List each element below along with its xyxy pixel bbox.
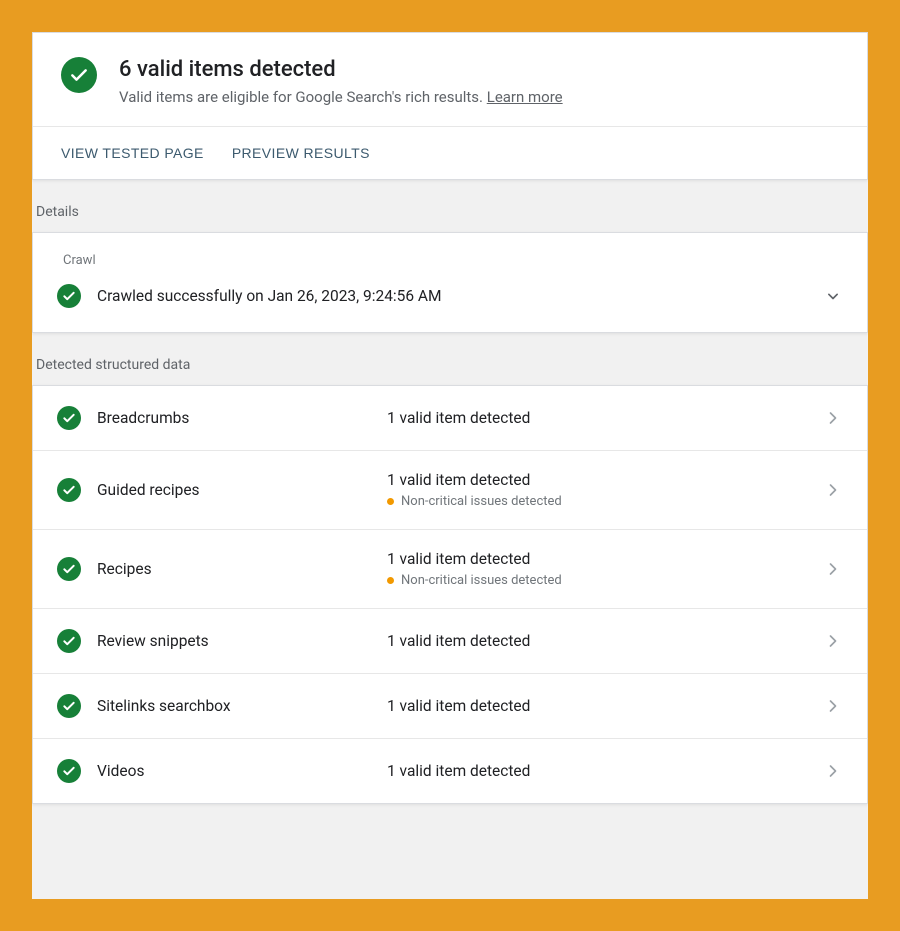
success-check-icon — [57, 557, 81, 581]
success-check-icon — [57, 478, 81, 502]
success-check-icon — [57, 759, 81, 783]
item-name: Videos — [97, 762, 387, 780]
chevron-right-icon — [823, 480, 843, 500]
success-check-icon — [57, 629, 81, 653]
crawl-label: Crawl — [63, 253, 843, 268]
item-name: Sitelinks searchbox — [97, 697, 387, 715]
chevron-right-icon — [823, 631, 843, 651]
structured-data-row[interactable]: Review snippets1 valid item detected — [33, 609, 867, 674]
item-status-primary: 1 valid item detected — [387, 632, 823, 650]
detected-section-label: Detected structured data — [32, 333, 868, 385]
chevron-down-icon — [823, 286, 843, 306]
structured-data-row[interactable]: Recipes1 valid item detected Non-critical… — [33, 530, 867, 609]
summary-subtitle: Valid items are eligible for Google Sear… — [119, 88, 563, 106]
item-status-primary: 1 valid item detected — [387, 762, 823, 780]
item-status: 1 valid item detected Non-critical issues… — [387, 471, 823, 509]
page: 6 valid items detected Valid items are e… — [32, 32, 868, 899]
warning-dot-icon — [387, 498, 394, 505]
warning-dot-icon — [387, 577, 394, 584]
summary-subtitle-text: Valid items are eligible for Google Sear… — [119, 88, 487, 106]
actions-bar: VIEW TESTED PAGE PREVIEW RESULTS — [33, 127, 867, 179]
item-issues-line: Non-critical issues detected — [387, 494, 823, 509]
item-name: Review snippets — [97, 632, 387, 650]
structured-data-list: Breadcrumbs1 valid item detectedGuided r… — [32, 385, 868, 804]
structured-data-row[interactable]: Guided recipes1 valid item detected Non-c… — [33, 451, 867, 530]
summary-title: 6 valid items detected — [119, 57, 563, 82]
item-status-primary: 1 valid item detected — [387, 550, 823, 568]
crawl-card: Crawl Crawled successfully on Jan 26, 20… — [32, 232, 868, 333]
success-check-icon — [57, 406, 81, 430]
item-status-primary: 1 valid item detected — [387, 471, 823, 489]
chevron-right-icon — [823, 696, 843, 716]
structured-data-row[interactable]: Sitelinks searchbox1 valid item detected — [33, 674, 867, 739]
item-status: 1 valid item detected — [387, 632, 823, 650]
chevron-right-icon — [823, 761, 843, 781]
item-name: Recipes — [97, 560, 387, 578]
item-status: 1 valid item detected — [387, 697, 823, 715]
preview-results-button[interactable]: PREVIEW RESULTS — [232, 145, 370, 161]
item-status: 1 valid item detected — [387, 762, 823, 780]
summary-text-block: 6 valid items detected Valid items are e… — [119, 57, 563, 106]
item-status-primary: 1 valid item detected — [387, 697, 823, 715]
learn-more-link[interactable]: Learn more — [487, 88, 563, 106]
success-check-icon — [57, 694, 81, 718]
structured-data-row[interactable]: Videos1 valid item detected — [33, 739, 867, 803]
view-tested-page-button[interactable]: VIEW TESTED PAGE — [61, 145, 204, 161]
success-check-icon — [61, 57, 97, 93]
crawl-expand-row[interactable]: Crawled successfully on Jan 26, 2023, 9:… — [57, 284, 843, 308]
structured-data-row[interactable]: Breadcrumbs1 valid item detected — [33, 386, 867, 451]
item-status: 1 valid item detected Non-critical issues… — [387, 550, 823, 588]
summary-header: 6 valid items detected Valid items are e… — [33, 33, 867, 127]
chevron-right-icon — [823, 408, 843, 428]
crawl-status-text: Crawled successfully on Jan 26, 2023, 9:… — [97, 287, 823, 305]
details-section-label: Details — [32, 180, 868, 232]
item-status: 1 valid item detected — [387, 409, 823, 427]
item-name: Breadcrumbs — [97, 409, 387, 427]
item-issues-text: Non-critical issues detected — [401, 573, 562, 588]
item-issues-text: Non-critical issues detected — [401, 494, 562, 509]
item-name: Guided recipes — [97, 481, 387, 499]
item-issues-line: Non-critical issues detected — [387, 573, 823, 588]
crawl-success-check-icon — [57, 284, 81, 308]
chevron-right-icon — [823, 559, 843, 579]
item-status-primary: 1 valid item detected — [387, 409, 823, 427]
summary-card: 6 valid items detected Valid items are e… — [32, 32, 868, 180]
